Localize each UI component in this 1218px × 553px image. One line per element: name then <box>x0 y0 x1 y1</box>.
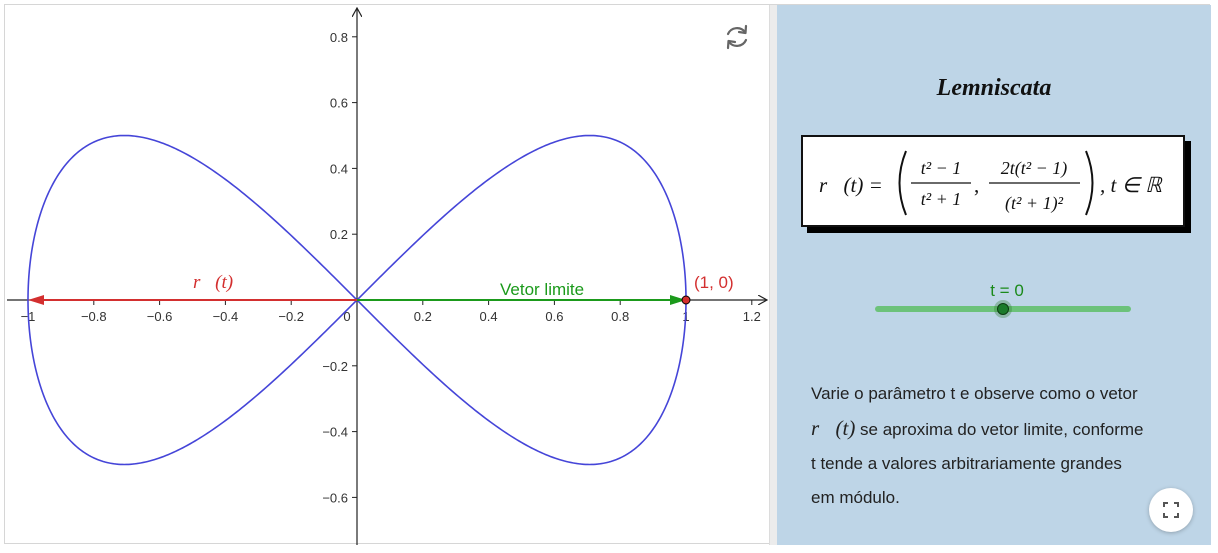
x-tick-label: 1.2 <box>743 309 761 324</box>
fullscreen-icon <box>1163 502 1179 518</box>
x-tick-label: −0.8 <box>81 309 107 324</box>
slider-label: t = 0 <box>990 281 1024 300</box>
y-tick-label: −0.6 <box>322 490 348 505</box>
x-tick-label: 0.2 <box>414 309 432 324</box>
side-panel: Lemniscata r⃗(t) = t² − 1 t² + 1 , 2t(t²… <box>777 5 1211 545</box>
formula: r⃗(t) = t² − 1 t² + 1 , 2t(t² − 1) (t² +… <box>819 150 1163 216</box>
limit-label: Vetor limite <box>500 280 584 299</box>
x-tick-label: 0 <box>343 309 350 324</box>
x-tick-labels: −1 −0.8 −0.6 −0.4 −0.2 0 0.2 0.4 0.6 0.8 1 1.2 <box>21 309 761 324</box>
y-tick-label: 0.4 <box>330 161 348 176</box>
description-line-1: Varie o parâmetro t e observe como o vet… <box>811 384 1138 403</box>
description-line-2-text: se aproxima do vetor limite, conforme <box>855 420 1144 439</box>
x-tick-label: −0.6 <box>147 309 173 324</box>
description-line-3: t tende a valores arbitrariamente grande… <box>811 454 1122 473</box>
formula-num2: 2t(t² − 1) <box>1001 158 1068 179</box>
y-tick-label: 0.6 <box>330 96 348 111</box>
x-tick-label: −0.2 <box>278 309 304 324</box>
formula-lhs: r⃗(t) = <box>819 173 883 197</box>
app-frame: −1 −0.8 −0.6 −0.4 −0.2 0 0.2 0.4 0.6 0.8 1 1.2 0.8 0… <box>4 4 1211 545</box>
description-line-2: r⃗(t) se aproxima do vetor limite, confo… <box>811 411 1211 447</box>
vector-r[interactable] <box>28 295 357 305</box>
panel-divider[interactable] <box>769 5 777 545</box>
fullscreen-button[interactable] <box>1149 488 1193 532</box>
x-tick-label: 0.6 <box>545 309 563 324</box>
y-tick-label: 0.2 <box>330 227 348 242</box>
formula-den2: (t² + 1)² <box>1005 193 1064 214</box>
right-paren <box>1085 150 1094 216</box>
t-slider-knob <box>997 303 1009 315</box>
x-tick-label: 0.8 <box>611 309 629 324</box>
x-tick-label: −0.4 <box>213 309 239 324</box>
y-tick-label: −0.2 <box>322 359 348 374</box>
formula-box: r⃗(t) = t² − 1 t² + 1 , 2t(t² − 1) (t² +… <box>801 135 1185 227</box>
description-vector: r⃗(t) <box>811 416 856 440</box>
y-tick-label: 0.8 <box>330 30 348 45</box>
graphics-view[interactable]: −1 −0.8 −0.6 −0.4 −0.2 0 0.2 0.4 0.6 0.8 1 1.2 0.80… <box>5 5 769 545</box>
left-paren <box>898 150 907 216</box>
x-tick-label: 0.4 <box>480 309 498 324</box>
formula-num1: t² − 1 <box>921 158 962 178</box>
reset-icon[interactable] <box>723 23 751 51</box>
formula-comma: , <box>974 173 979 197</box>
y-tick-label: −0.4 <box>322 425 348 440</box>
formula-tail: , t ∈ ℝ <box>1100 173 1163 197</box>
point-label: (1, 0) <box>694 273 734 292</box>
vector-r-label: r⃗(t) <box>193 272 233 293</box>
limit-point[interactable] <box>681 295 691 305</box>
y-tick-marks <box>352 36 357 498</box>
y-tick-labels: 0.8 0.6 0.4 0.2 −0.2 −0.4 −0.6 <box>322 30 348 506</box>
panel-title: Lemniscata <box>936 75 1052 101</box>
formula-den1: t² + 1 <box>921 189 962 209</box>
t-slider-thumb[interactable] <box>994 300 1012 318</box>
